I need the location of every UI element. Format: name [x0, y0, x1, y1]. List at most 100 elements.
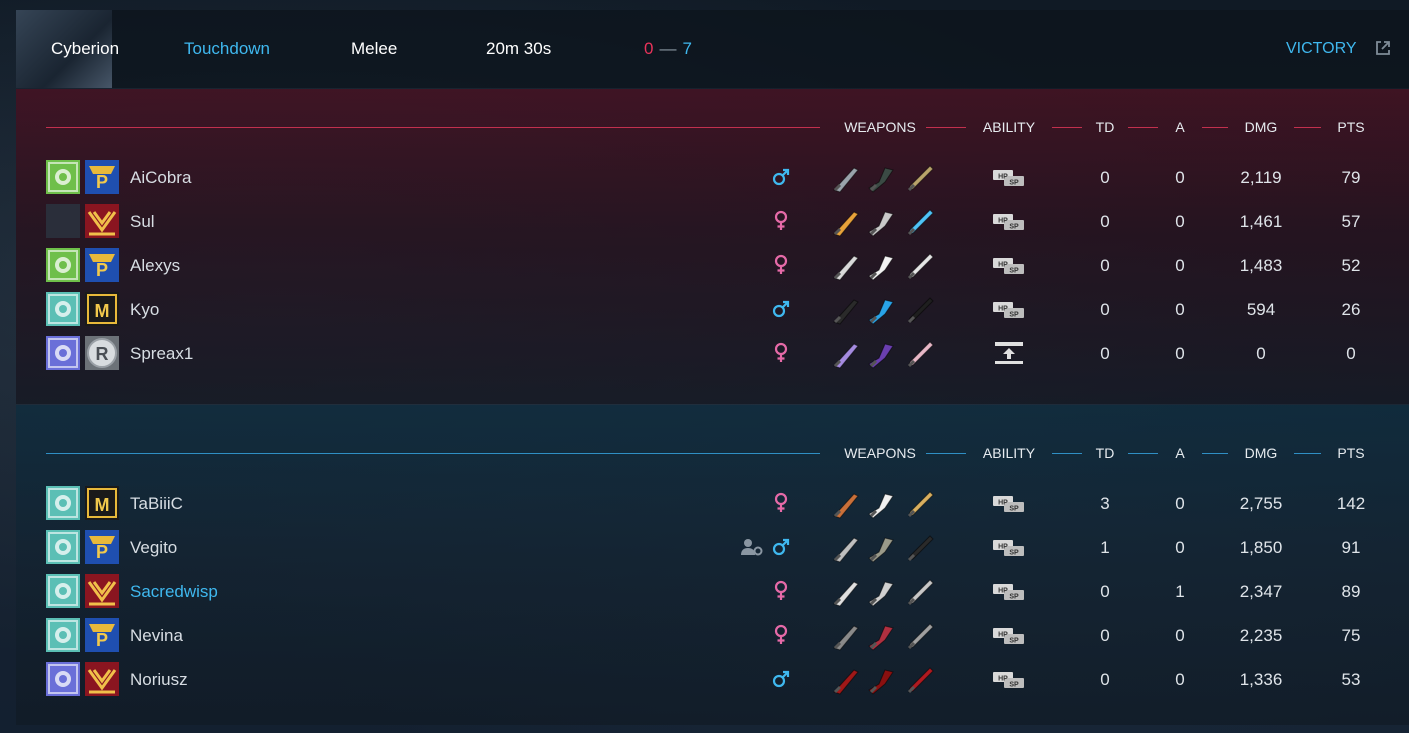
player-row[interactable]: M Kyo HP SP 0 0 594 26 [16, 288, 1409, 332]
stat-pts: 142 [1336, 494, 1366, 513]
divider-line [1294, 453, 1321, 454]
player-row[interactable]: Noriusz HP SP 0 0 1,336 53 [16, 658, 1409, 702]
svg-text:HP: HP [998, 218, 1008, 225]
weapon-icon[interactable] [828, 486, 864, 522]
player-row[interactable]: P Vegito HP SP 1 0 1,850 91 [16, 526, 1409, 570]
map-name: Cyberion [51, 39, 120, 58]
weapon-icon[interactable] [902, 160, 938, 196]
weapon-icon[interactable] [828, 530, 864, 566]
weapon-icon[interactable] [828, 618, 864, 654]
svg-text:HP: HP [998, 676, 1008, 683]
rank-badge-icon: P [85, 248, 119, 282]
divider-line [926, 453, 966, 454]
player-row[interactable]: P Nevina HP SP 0 0 2,235 75 [16, 614, 1409, 658]
weapon-icon[interactable] [828, 336, 864, 372]
rank-badge-icon: P [85, 618, 119, 652]
svg-text:SP: SP [1009, 594, 1019, 601]
male-icon [772, 538, 790, 556]
weapon-icon[interactable] [902, 248, 938, 284]
weapon-icon[interactable] [864, 486, 900, 522]
weapon-icon[interactable] [864, 530, 900, 566]
player-name[interactable]: Vegito [130, 538, 177, 558]
weapon-icon[interactable] [902, 662, 938, 698]
hp-sp-icon[interactable]: HPSP [992, 300, 1026, 320]
player-name[interactable]: Alexys [130, 256, 180, 276]
player-row[interactable]: P Alexys HP SP 0 0 1,483 52 [16, 244, 1409, 288]
rank-badge-icon: M [85, 486, 119, 520]
column-header-ability: ABILITY [982, 445, 1036, 461]
stat-dmg: 594 [1246, 300, 1276, 319]
player-name[interactable]: Nevina [130, 626, 183, 646]
player-name[interactable]: AiCobra [130, 168, 191, 188]
external-link-icon[interactable] [1374, 39, 1392, 57]
weapon-icon[interactable] [864, 618, 900, 654]
weapon-icon[interactable] [864, 662, 900, 698]
weapon-icon[interactable] [864, 204, 900, 240]
male-icon [772, 168, 790, 186]
upload-ability-icon[interactable] [992, 340, 1026, 366]
stat-a: 0 [1175, 300, 1185, 319]
svg-text:P: P [96, 260, 108, 280]
weapon-icon[interactable] [902, 336, 938, 372]
weapon-icon[interactable] [828, 160, 864, 196]
hp-sp-icon[interactable]: HPSP [992, 582, 1026, 602]
stat-dmg: 2,347 [1239, 582, 1283, 601]
rank-badge-icon: R [85, 336, 119, 370]
player-name[interactable]: TaBiiiC [130, 494, 183, 514]
divider-line [1128, 453, 1158, 454]
weapon-icon[interactable] [902, 204, 938, 240]
column-header-weapons: WEAPONS [844, 445, 916, 461]
player-name[interactable]: Noriusz [130, 670, 188, 690]
svg-text:HP: HP [998, 588, 1008, 595]
player-row[interactable]: R Spreax1 0 0 0 0 [16, 332, 1409, 376]
player-row[interactable]: P AiCobra HP SP 0 0 2,119 79 [16, 156, 1409, 200]
weapon-icon[interactable] [902, 292, 938, 328]
column-header-a: A [1175, 119, 1185, 135]
hp-sp-icon[interactable]: HPSP [992, 626, 1026, 646]
weapon-icon[interactable] [828, 574, 864, 610]
hp-sp-icon[interactable]: HPSP [992, 538, 1026, 558]
weapon-icon[interactable] [902, 574, 938, 610]
svg-text:SP: SP [1009, 506, 1019, 513]
player-name[interactable]: Sacredwisp [130, 582, 218, 602]
weapon-icon[interactable] [828, 662, 864, 698]
player-name[interactable]: Kyo [130, 300, 159, 320]
weapon-icon[interactable] [864, 160, 900, 196]
divider-line [926, 127, 966, 128]
hp-sp-icon[interactable]: HPSP [992, 494, 1026, 514]
player-row[interactable]: Sul HP SP 0 0 1,461 57 [16, 200, 1409, 244]
stat-a: 0 [1175, 256, 1185, 275]
weapon-icon[interactable] [864, 292, 900, 328]
weapon-icon[interactable] [902, 486, 938, 522]
player-row[interactable]: M TaBiiiC HP SP 3 0 2,755 142 [16, 482, 1409, 526]
divider-line [1052, 453, 1082, 454]
player-name[interactable]: Sul [130, 212, 155, 232]
divider-line [1294, 127, 1321, 128]
weapon-icon[interactable] [864, 336, 900, 372]
rank-badge-icon: P [85, 530, 119, 564]
weapon-icon[interactable] [828, 248, 864, 284]
stat-a: 0 [1175, 626, 1185, 645]
svg-text:SP: SP [1009, 224, 1019, 231]
weapon-icon[interactable] [864, 574, 900, 610]
hp-sp-icon[interactable]: HPSP [992, 168, 1026, 188]
weapon-icon[interactable] [828, 204, 864, 240]
hp-sp-icon[interactable]: HPSP [992, 256, 1026, 276]
stat-pts: 57 [1341, 212, 1361, 231]
svg-text:P: P [96, 630, 108, 650]
stat-td: 0 [1100, 256, 1110, 275]
rank-badge-icon [85, 662, 119, 696]
svg-text:SP: SP [1009, 180, 1019, 187]
svg-text:HP: HP [998, 544, 1008, 551]
level-badge-icon [46, 486, 80, 520]
player-row[interactable]: Sacredwisp HP SP 0 1 2,347 89 [16, 570, 1409, 614]
hp-sp-icon[interactable]: HPSP [992, 212, 1026, 232]
weapon-icon[interactable] [902, 618, 938, 654]
column-header-weapons: WEAPONS [844, 119, 916, 135]
weapon-icon[interactable] [902, 530, 938, 566]
weapon-icon[interactable] [864, 248, 900, 284]
rank-badge-icon [85, 574, 119, 608]
weapon-icon[interactable] [828, 292, 864, 328]
hp-sp-icon[interactable]: HPSP [992, 670, 1026, 690]
player-name[interactable]: Spreax1 [130, 344, 193, 364]
